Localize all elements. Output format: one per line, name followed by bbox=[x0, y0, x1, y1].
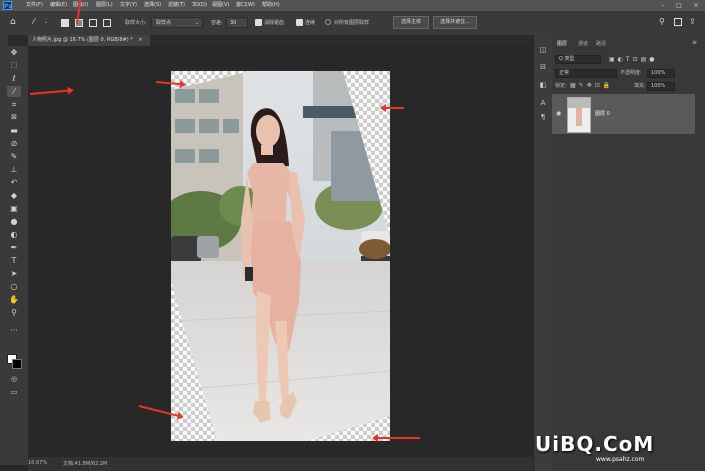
move-tool-icon[interactable]: ✥ bbox=[7, 47, 21, 58]
fill-label: 填充: bbox=[634, 83, 646, 89]
blend-mode-select[interactable]: 正常 bbox=[555, 69, 617, 78]
frame-tool-icon[interactable]: ⊠ bbox=[7, 112, 21, 123]
history-icon[interactable]: ◫ bbox=[538, 45, 548, 55]
menu-bar: Ps 文件(F) 编辑(E) 图像(I) 图层(L) 文字(Y) 选择(S) 滤… bbox=[0, 0, 705, 11]
close-icon[interactable]: × bbox=[689, 0, 703, 11]
magic-wand-tool-preset-icon[interactable]: ⁄ bbox=[33, 17, 34, 26]
fill-input[interactable]: 100% bbox=[647, 82, 675, 91]
path-selection-tool-icon[interactable]: ➤ bbox=[7, 268, 21, 279]
layer-thumbnail bbox=[567, 97, 591, 133]
lock-icons[interactable]: ▦✎✥⊡🔒 bbox=[570, 82, 613, 89]
new-selection-icon[interactable] bbox=[61, 19, 69, 27]
document-size: 文档:41.8M/62.2M bbox=[63, 461, 108, 467]
sample-size-label: 取样大小: bbox=[125, 20, 147, 26]
brush-tool-icon[interactable]: ✎ bbox=[7, 151, 21, 162]
subtract-from-selection-icon[interactable] bbox=[89, 19, 97, 27]
annotation-arrow bbox=[384, 107, 404, 109]
eraser-tool-icon[interactable]: ◆ bbox=[7, 190, 21, 201]
quick-mask-icon[interactable]: ◎ bbox=[7, 374, 21, 385]
magic-wand-tool-icon[interactable]: ⁄ bbox=[7, 86, 21, 97]
menu-layer[interactable]: 图层(L) bbox=[96, 0, 113, 11]
tab-layers[interactable]: 图层 bbox=[557, 39, 567, 49]
chevron-down-icon: ⌄ bbox=[194, 20, 199, 26]
layer-name[interactable]: 图层 0 bbox=[595, 110, 610, 117]
antialias-label: 消除锯齿 bbox=[264, 20, 285, 26]
zoom-level[interactable]: 16.67% bbox=[28, 460, 47, 466]
blur-tool-icon[interactable]: ● bbox=[7, 216, 21, 227]
adjustments-icon[interactable]: ◧ bbox=[538, 80, 548, 90]
layer-kind-filter[interactable]: Q 类型 bbox=[555, 55, 601, 64]
eyedropper-tool-icon[interactable]: ▬ bbox=[7, 125, 21, 136]
all-layers-label: 对所有图层取样 bbox=[334, 20, 370, 26]
hand-tool-icon[interactable]: ✋ bbox=[7, 294, 21, 305]
options-bar: ⌂ ⁄ ⌄ 取样大小: 取样点 ⌄ 容差: 30 消除锯齿 连续 对所有图层取样… bbox=[0, 11, 705, 36]
menu-file[interactable]: 文件(F) bbox=[26, 0, 43, 11]
background-color-swatch[interactable] bbox=[12, 359, 22, 369]
all-layers-checkbox[interactable] bbox=[325, 19, 331, 25]
menu-window[interactable]: 窗口(W) bbox=[236, 0, 255, 11]
select-subject-button[interactable]: 选择主体 bbox=[393, 16, 429, 29]
more-tools-icon[interactable]: ··· bbox=[7, 325, 21, 336]
gradient-tool-icon[interactable]: ▣ bbox=[7, 203, 21, 214]
panel-menu-icon[interactable]: ≡ bbox=[692, 39, 697, 46]
contiguous-label: 连续 bbox=[305, 20, 316, 26]
ellipse-tool-icon[interactable]: ○ bbox=[7, 281, 21, 292]
annotation-arrow bbox=[376, 437, 420, 439]
tab-channels[interactable]: 通道 bbox=[578, 39, 588, 49]
contiguous-checkbox[interactable] bbox=[296, 19, 303, 26]
marquee-tool-icon[interactable]: ⬚ bbox=[7, 60, 21, 71]
close-tab-icon[interactable]: × bbox=[138, 37, 142, 43]
menu-edit[interactable]: 编辑(E) bbox=[50, 0, 67, 11]
crop-tool-icon[interactable]: ⌗ bbox=[7, 99, 21, 110]
chevron-down-icon[interactable]: ⌄ bbox=[44, 19, 48, 25]
share-icon[interactable]: ⇪ bbox=[689, 17, 696, 26]
maximize-icon[interactable]: □ bbox=[672, 0, 686, 11]
character-icon[interactable]: A bbox=[538, 98, 548, 108]
tab-paths[interactable]: 路径 bbox=[596, 39, 606, 49]
lasso-tool-icon[interactable]: ℓ bbox=[7, 73, 21, 84]
menu-type[interactable]: 文字(Y) bbox=[120, 0, 137, 11]
watermark-url: www.psahz.com bbox=[596, 456, 645, 463]
workspace-icon[interactable] bbox=[674, 18, 682, 26]
dodge-tool-icon[interactable]: ◐ bbox=[7, 229, 21, 240]
lock-label: 锁定: bbox=[555, 83, 567, 89]
clone-stamp-tool-icon[interactable]: ⊥ bbox=[7, 164, 21, 175]
eye-icon[interactable]: ◉ bbox=[556, 110, 561, 117]
type-tool-icon[interactable]: T bbox=[7, 255, 21, 266]
document-tab[interactable]: 人物照片.jpg @ 16.7% (图层 0, RGB/8#) * × bbox=[28, 35, 150, 46]
tools-panel: » ✥ ⬚ ℓ ⁄ ⌗ ⊠ ▬ ⊘ ✎ ⊥ ↶ ◆ ▣ ● ◐ ✒ T ➤ ○ … bbox=[0, 35, 29, 465]
status-bar: 16.67% 文档:41.8M/62.2M bbox=[28, 457, 533, 471]
photoshop-logo-icon: Ps bbox=[3, 1, 12, 10]
layer-row[interactable]: ◉ 图层 0 bbox=[552, 94, 695, 134]
pen-tool-icon[interactable]: ✒ bbox=[7, 242, 21, 253]
menu-select[interactable]: 选择(S) bbox=[144, 0, 161, 11]
menu-filter[interactable]: 滤镜(T) bbox=[168, 0, 185, 11]
canvas-image bbox=[171, 71, 390, 441]
history-brush-tool-icon[interactable]: ↶ bbox=[7, 177, 21, 188]
intersect-selection-icon[interactable] bbox=[103, 19, 111, 27]
menu-help[interactable]: 帮助(H) bbox=[262, 0, 280, 11]
watermark-logo: UiBQ.CoM bbox=[535, 432, 655, 456]
menu-3d[interactable]: 3D(D) bbox=[192, 0, 207, 11]
filter-icons[interactable]: ▣◐T⊡▤● bbox=[609, 56, 658, 63]
opacity-input[interactable]: 100% bbox=[647, 69, 675, 78]
paragraph-icon[interactable]: ¶ bbox=[538, 112, 548, 122]
zoom-tool-icon[interactable]: ⚲ bbox=[7, 307, 21, 318]
screen-mode-icon[interactable]: ▭ bbox=[7, 387, 21, 398]
tolerance-input[interactable]: 30 bbox=[226, 17, 248, 28]
search-icon[interactable]: ⚲ bbox=[659, 17, 665, 26]
select-and-mask-button[interactable]: 选择并遮住... bbox=[433, 16, 477, 29]
menu-view[interactable]: 视图(V) bbox=[212, 0, 229, 11]
panel-icon-strip: ◫ ⊟ ◧ A ¶ bbox=[533, 35, 552, 471]
properties-icon[interactable]: ⊟ bbox=[538, 62, 548, 72]
sample-size-select[interactable]: 取样点 ⌄ bbox=[151, 17, 203, 28]
opacity-label: 不透明度: bbox=[620, 70, 642, 76]
home-icon[interactable]: ⌂ bbox=[10, 17, 16, 27]
document-tab-label: 人物照片.jpg @ 16.7% (图层 0, RGB/8#) * bbox=[32, 37, 133, 43]
minimize-icon[interactable]: – bbox=[656, 0, 670, 11]
healing-brush-tool-icon[interactable]: ⊘ bbox=[7, 138, 21, 149]
tolerance-label: 容差: bbox=[211, 20, 223, 26]
antialias-checkbox[interactable] bbox=[255, 19, 262, 26]
